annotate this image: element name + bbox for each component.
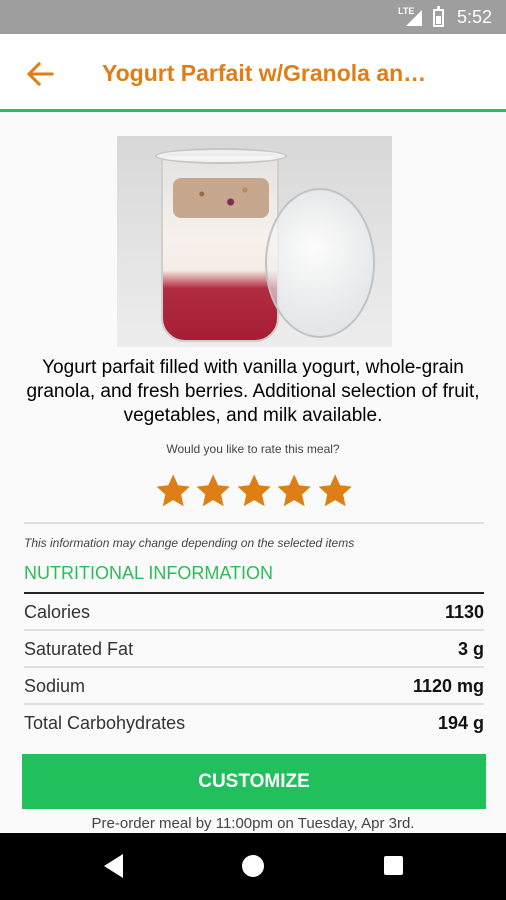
system-nav-bar	[0, 833, 506, 900]
star-icon[interactable]	[316, 472, 354, 510]
page-title: Yogurt Parfait w/Granola an…	[102, 60, 427, 86]
nutrition-name: Total Carbohydrates	[24, 713, 186, 733]
nutrition-disclaimer: This information may change depending on…	[24, 536, 355, 550]
rating-stars[interactable]	[154, 472, 354, 512]
meal-image	[117, 136, 392, 347]
nutrition-name: Sodium	[24, 676, 86, 696]
nutrition-name: Calories	[24, 602, 91, 622]
divider	[24, 522, 484, 524]
nutrition-name: Saturated Fat	[24, 639, 134, 659]
nutrition-row-sodium: Sodium 1120 mg	[24, 666, 484, 702]
nutrition-title: NUTRITIONAL INFORMATION	[24, 563, 273, 583]
meal-detail-content[interactable]: Yogurt parfait filled with vanilla yogur…	[0, 112, 506, 745]
nutrition-value: 1120 mg	[412, 676, 484, 696]
status-bar: LTE 5:52	[0, 0, 506, 34]
cup-lid	[265, 188, 375, 338]
nutrition-row-saturated-fat: Saturated Fat 3 g	[24, 629, 484, 665]
preorder-deadline: Pre-order meal by 11:00pm on Tuesday, Ap…	[91, 815, 415, 832]
status-time: 5:52	[457, 7, 493, 27]
nav-back-icon[interactable]	[104, 854, 123, 878]
rating-prompt: Would you like to rate this meal?	[166, 442, 340, 456]
bottom-action-panel: CUSTOMIZE Pre-order meal by 11:00pm on T…	[0, 745, 506, 833]
customize-button[interactable]: CUSTOMIZE	[22, 754, 486, 809]
nutrition-value: 194 g	[437, 713, 484, 733]
app-bar: Yogurt Parfait w/Granola an…	[0, 34, 506, 112]
nav-recent-apps-icon[interactable]	[384, 856, 403, 875]
nav-home-icon[interactable]	[242, 855, 264, 877]
battery-icon	[433, 6, 444, 27]
signal-icon	[406, 10, 422, 26]
meal-description: Yogurt parfait filled with vanilla yogur…	[26, 357, 480, 426]
nutrition-value: 3 g	[457, 639, 484, 659]
nutrition-value: 1130	[444, 602, 484, 622]
nutrition-row-calories: Calories 1130	[24, 592, 484, 628]
back-button[interactable]	[22, 56, 58, 92]
star-icon[interactable]	[275, 472, 313, 510]
star-icon[interactable]	[154, 472, 192, 510]
parfait-cup	[155, 148, 287, 342]
star-icon[interactable]	[194, 472, 232, 510]
nutrition-row-total-carbohydrates: Total Carbohydrates 194 g	[24, 703, 484, 739]
arrow-left-icon	[26, 61, 54, 87]
star-icon[interactable]	[235, 472, 273, 510]
